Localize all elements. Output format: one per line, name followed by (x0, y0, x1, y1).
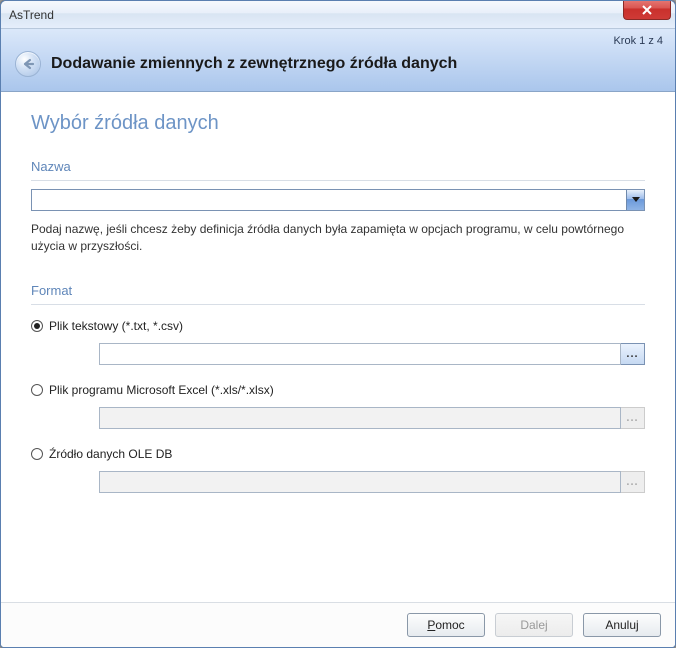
radio-label: Źródło danych OLE DB (49, 447, 172, 461)
back-button[interactable] (15, 51, 41, 77)
arrow-left-icon (21, 57, 35, 71)
path-input-excel (99, 407, 621, 429)
name-input[interactable] (32, 190, 626, 210)
wizard-title: Dodawanie zmiennych z zewnętrznego źródł… (51, 55, 457, 73)
radio-label: Plik tekstowy (*.txt, *.csv) (49, 319, 183, 333)
radio-oledb[interactable] (31, 448, 43, 460)
next-button: Dalej (495, 613, 573, 637)
name-help-text: Podaj nazwę, jeśli chcesz żeby definicja… (31, 221, 645, 255)
path-row-text-file: ... (99, 343, 645, 365)
path-row-oledb: ... (99, 471, 645, 493)
radio-dot-icon (34, 323, 40, 329)
content-area: Wybór źródła danych Nazwa Podaj nazwę, j… (1, 92, 675, 602)
radio-row-oledb: Źródło danych OLE DB (31, 447, 645, 461)
format-section-label: Format (31, 283, 645, 298)
browse-button-oledb: ... (621, 471, 645, 493)
path-input-text-file[interactable] (99, 343, 621, 365)
step-indicator: Krok 1 z 4 (11, 33, 665, 47)
help-rest: omoc (435, 618, 464, 632)
close-button[interactable] (623, 0, 671, 20)
help-button[interactable]: Pomoc (407, 613, 485, 637)
path-input-oledb (99, 471, 621, 493)
page-heading: Wybór źródła danych (31, 112, 645, 135)
titlebar: AsTrend (1, 1, 675, 29)
radio-row-excel: Plik programu Microsoft Excel (*.xls/*.x… (31, 383, 645, 397)
wizard-window: AsTrend Krok 1 z 4 Dodawanie zmiennych z… (0, 0, 676, 648)
wizard-header-main: Dodawanie zmiennych z zewnętrznego źródł… (11, 47, 665, 91)
browse-button-excel: ... (621, 407, 645, 429)
separator (31, 304, 645, 305)
radio-text-file[interactable] (31, 320, 43, 332)
name-combobox[interactable] (31, 189, 645, 211)
radio-label: Plik programu Microsoft Excel (*.xls/*.x… (49, 383, 274, 397)
name-dropdown-button[interactable] (626, 190, 644, 210)
format-section: Format Plik tekstowy (*.txt, *.csv) ... … (31, 283, 645, 493)
radio-excel[interactable] (31, 384, 43, 396)
wizard-header: Krok 1 z 4 Dodawanie zmiennych z zewnętr… (1, 29, 675, 92)
path-row-excel: ... (99, 407, 645, 429)
window-title: AsTrend (9, 8, 54, 22)
separator (31, 180, 645, 181)
chevron-down-icon (632, 197, 640, 203)
cancel-button[interactable]: Anuluj (583, 613, 661, 637)
browse-button-text-file[interactable]: ... (621, 343, 645, 365)
footer: Pomoc Dalej Anuluj (1, 602, 675, 647)
close-icon (642, 5, 652, 15)
name-section-label: Nazwa (31, 159, 645, 174)
radio-row-text-file: Plik tekstowy (*.txt, *.csv) (31, 319, 645, 333)
